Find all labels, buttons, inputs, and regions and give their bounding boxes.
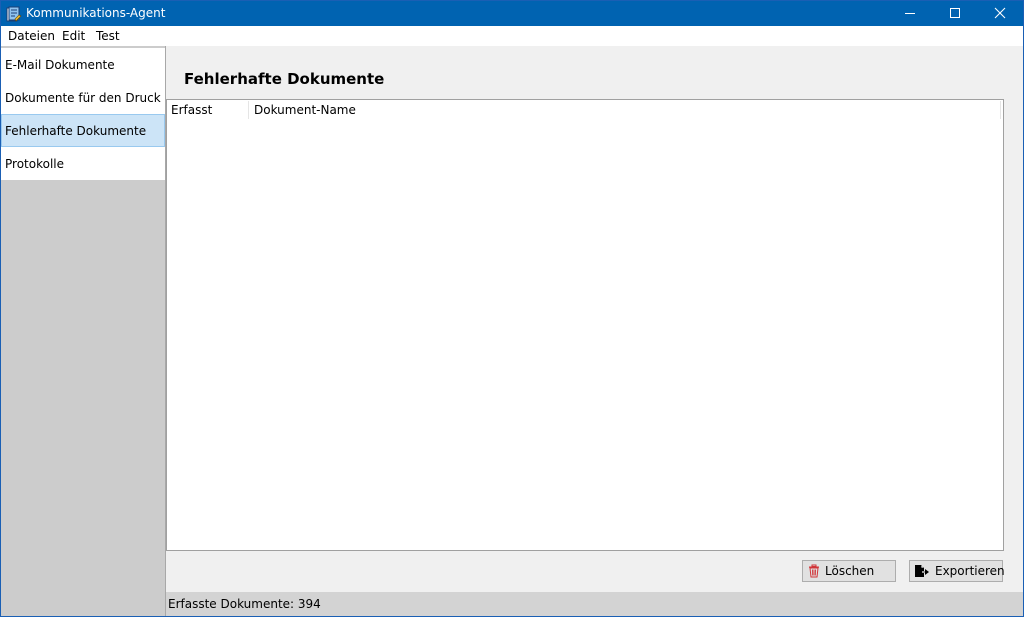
maximize-icon [950, 8, 960, 18]
menu-dateien[interactable]: Dateien [8, 29, 55, 43]
app-icon [6, 6, 22, 22]
minimize-icon [905, 13, 915, 14]
sidebar-item-label: Protokolle [5, 157, 64, 171]
column-divider[interactable] [1000, 101, 1001, 119]
column-header-document-name[interactable]: Dokument-Name [254, 100, 356, 120]
status-text: Erfasste Dokumente: 394 [168, 597, 321, 611]
page-title: Fehlerhafte Dokumente [184, 70, 385, 88]
column-divider[interactable] [248, 101, 249, 119]
trash-icon [807, 564, 821, 578]
documents-table[interactable]: Erfasst Dokument-Name [166, 99, 1004, 551]
sidebar-item-faulty-documents[interactable]: Fehlerhafte Dokumente [1, 114, 165, 147]
export-icon [914, 564, 929, 578]
delete-button[interactable]: Löschen [802, 560, 896, 582]
sidebar-item-email-documents[interactable]: E-Mail Dokumente [1, 48, 165, 81]
sidebar-item-protocols[interactable]: Protokolle [1, 147, 165, 180]
sidebar-item-print-documents[interactable]: Dokumente für den Druck [1, 81, 165, 114]
sidebar-list: E-Mail Dokumente Dokumente für den Druck… [1, 48, 165, 180]
export-button[interactable]: Exportieren [909, 560, 1005, 582]
close-button[interactable] [977, 1, 1023, 26]
sidebar-item-label: Fehlerhafte Dokumente [5, 124, 147, 138]
sidebar-item-label: E-Mail Dokumente [5, 58, 115, 72]
main-panel: Fehlerhafte Dokumente Erfasst Dokument-N… [166, 46, 1023, 592]
status-bar: Erfasste Dokumente: 394 [166, 592, 1023, 616]
maximize-button[interactable] [932, 1, 978, 26]
minimize-button[interactable] [887, 1, 933, 26]
column-header-erfasst[interactable]: Erfasst [171, 100, 212, 120]
menu-edit[interactable]: Edit [62, 29, 85, 43]
title-bar[interactable]: Kommunikations-Agent [1, 1, 1023, 26]
export-button-label: Exportieren [935, 564, 1005, 578]
sidebar-item-label: Dokumente für den Druck [5, 91, 161, 105]
menu-test[interactable]: Test [96, 29, 120, 43]
delete-button-label: Löschen [825, 564, 875, 578]
close-icon [994, 7, 1006, 19]
app-window: Kommunikations-Agent Dateien Edit Test E… [0, 0, 1024, 617]
window-title: Kommunikations-Agent [26, 6, 166, 20]
menu-bar: Dateien Edit Test [1, 26, 1023, 46]
sidebar: E-Mail Dokumente Dokumente für den Druck… [1, 46, 166, 616]
